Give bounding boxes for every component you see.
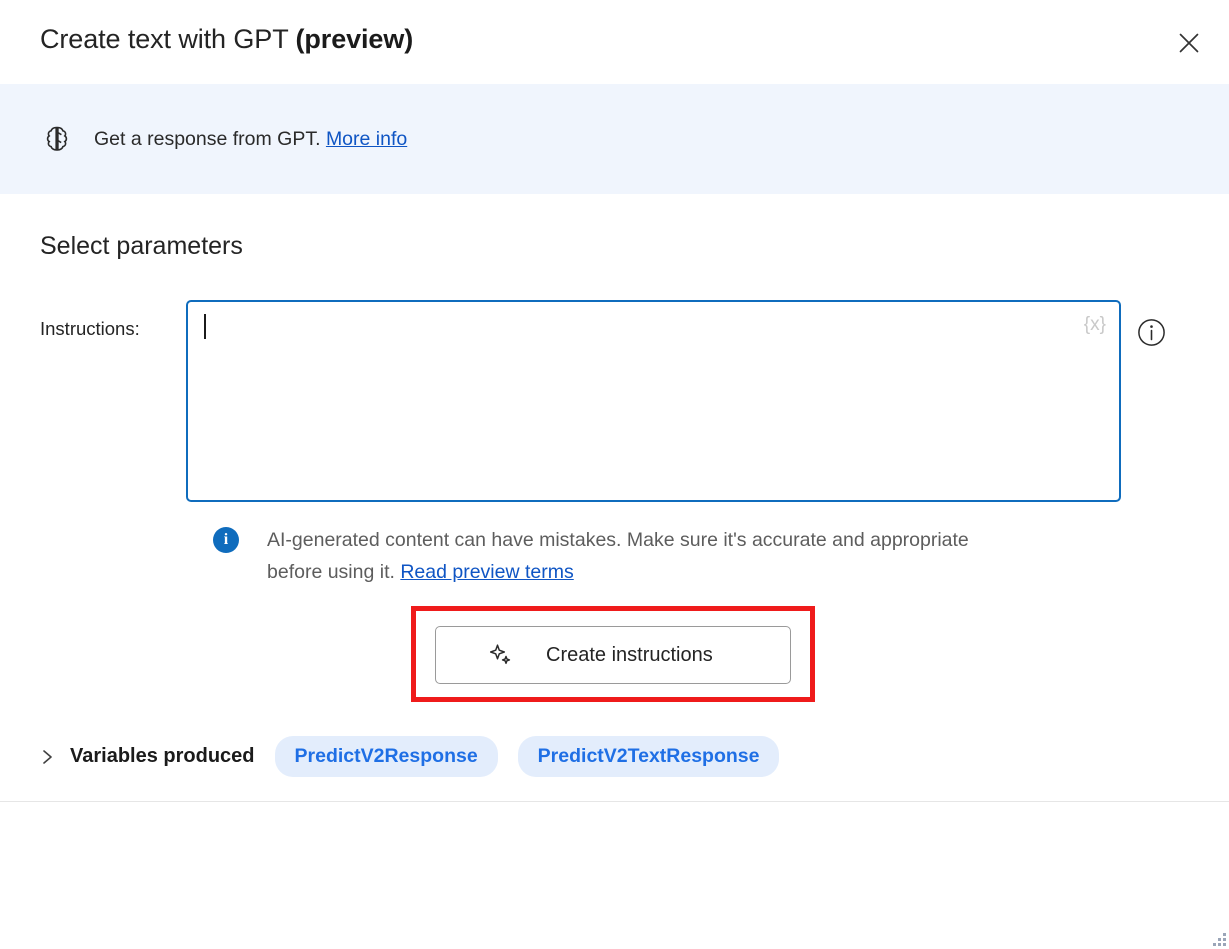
create-text-with-gpt-dialog: Create text with GPT (preview) Get a res… bbox=[0, 0, 1229, 949]
close-button[interactable] bbox=[1167, 21, 1211, 65]
ai-disclaimer-text: AI-generated content can have mistakes. … bbox=[267, 524, 997, 588]
brain-icon bbox=[38, 120, 76, 158]
close-icon bbox=[1178, 32, 1200, 54]
instructions-input[interactable]: {x} bbox=[186, 300, 1121, 502]
variables-produced-toggle[interactable]: Variables produced bbox=[40, 745, 255, 768]
dialog-footer: On error Save Cancel bbox=[0, 802, 1229, 949]
info-filled-icon: i bbox=[213, 527, 239, 553]
info-banner: Get a response from GPT. More info bbox=[0, 84, 1229, 194]
page-title-main: Create text with GPT bbox=[40, 24, 288, 54]
sparkle-icon bbox=[488, 642, 514, 668]
instructions-label: Instructions: bbox=[40, 318, 140, 340]
variables-produced-label: Variables produced bbox=[70, 745, 255, 768]
ai-disclaimer: i AI-generated content can have mistakes… bbox=[213, 524, 1013, 588]
dynamic-content-token-icon[interactable]: {x} bbox=[1084, 314, 1106, 336]
text-caret bbox=[204, 314, 206, 339]
page-title-preview: (preview) bbox=[296, 24, 414, 54]
read-preview-terms-link[interactable]: Read preview terms bbox=[400, 561, 573, 583]
create-instructions-label: Create instructions bbox=[546, 644, 713, 667]
dialog-header: Create text with GPT (preview) bbox=[0, 0, 1229, 84]
more-info-link[interactable]: More info bbox=[326, 128, 407, 150]
banner-text: Get a response from GPT. bbox=[94, 128, 321, 150]
variable-chip-predictv2response[interactable]: PredictV2Response bbox=[275, 736, 498, 777]
banner-message: Get a response from GPT. More info bbox=[94, 128, 407, 151]
variable-chip-predictv2textresponse[interactable]: PredictV2TextResponse bbox=[518, 736, 780, 777]
section-heading: Select parameters bbox=[40, 232, 243, 261]
chevron-right-icon bbox=[40, 748, 56, 766]
info-circle-icon[interactable] bbox=[1137, 318, 1166, 347]
create-instructions-button[interactable]: Create instructions bbox=[435, 626, 791, 684]
ai-disclaimer-message: AI-generated content can have mistakes. … bbox=[267, 529, 969, 583]
resize-grip-icon[interactable] bbox=[1204, 924, 1226, 946]
variables-produced-row: Variables produced PredictV2Response Pre… bbox=[40, 736, 779, 777]
page-title: Create text with GPT (preview) bbox=[40, 24, 413, 55]
